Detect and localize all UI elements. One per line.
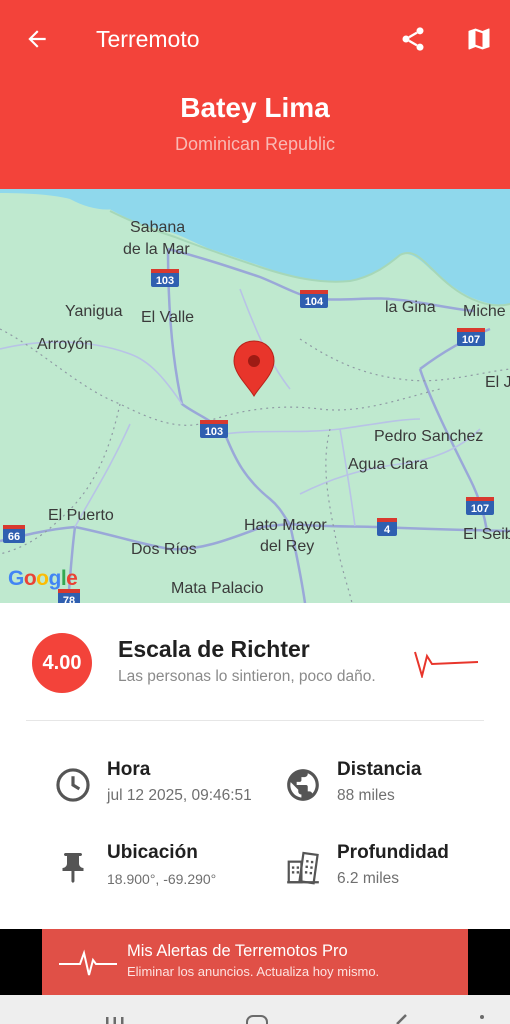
pro-upgrade-banner[interactable]: Mis Alertas de Terremotos Pro Eliminar l… [42,929,468,995]
magnitude-badge: 4.00 [32,633,92,693]
place-name: Batey Lima [180,92,330,123]
detail-label: Ubicación [107,842,198,863]
recents-icon[interactable] [104,1015,126,1024]
nav-back-icon[interactable] [392,1013,410,1024]
country-name: Dominican Republic [174,134,336,154]
system-nav-bar [0,995,510,1024]
route-shield: 107 [457,328,485,346]
google-logo: Google [8,567,78,590]
route-shield-label: 107 [462,334,480,346]
route-shield: 107 [466,497,494,515]
ad-title: Mis Alertas de Terremotos Pro [127,942,348,960]
route-shield-label: 103 [156,275,174,287]
home-icon[interactable] [246,1015,268,1024]
route-shield: 78 [58,589,80,603]
detail-label: Distancia [337,759,422,780]
route-shield: 4 [377,518,397,536]
route-shield-label: 107 [471,503,489,515]
menu-dot-icon[interactable] [480,1015,484,1019]
globe-icon [283,765,323,805]
back-button[interactable] [20,22,54,56]
route-shield-label: 4 [384,524,391,536]
pin-icon [53,848,93,888]
divider [26,720,484,721]
scale-description: Las personas lo sintieron, poco daño. [118,668,376,685]
route-shields: 103 104 107 103 66 4 107 78 [3,269,494,603]
map-view[interactable]: Sabana de la Mar Yanigua El Valle Arroyó… [0,189,510,603]
share-button[interactable] [396,22,430,56]
map-button[interactable] [462,22,496,56]
app-bar: Terremoto [0,0,510,78]
share-icon [402,27,424,51]
detail-value: 88 miles [337,787,395,804]
scale-title: Escala de Richter [118,636,310,662]
clock-icon [53,765,93,805]
ad-subtitle: Eliminar los anuncios. Actualiza hoy mis… [127,964,380,979]
arrow-left-icon [28,30,46,48]
route-shield: 104 [300,290,328,308]
detail-value: 6.2 miles [337,870,400,887]
route-shield: 66 [3,525,25,543]
route-shield: 103 [200,420,228,438]
heartbeat-icon [59,949,117,976]
buildings-icon [283,848,323,888]
route-shield-label: 66 [8,531,20,543]
earthquake-detail-screen: Terremoto Batey Lima Dominican Republic [0,0,510,1024]
detail-label: Hora [107,759,151,780]
route-shield-label: 78 [63,595,75,603]
map-icon [468,28,490,50]
detail-value: 18.900°, -69.290° [107,871,217,887]
app-title: Terremoto [96,26,200,52]
seismograph-icon [414,651,479,678]
route-shield: 103 [151,269,179,287]
route-shield-label: 104 [305,296,324,308]
location-pin-icon[interactable] [233,340,275,398]
detail-label: Profundidad [337,842,449,863]
detail-value: jul 12 2025, 09:46:51 [107,787,252,804]
header: Terremoto Batey Lima Dominican Republic [0,0,510,189]
route-shield-label: 103 [205,426,223,438]
